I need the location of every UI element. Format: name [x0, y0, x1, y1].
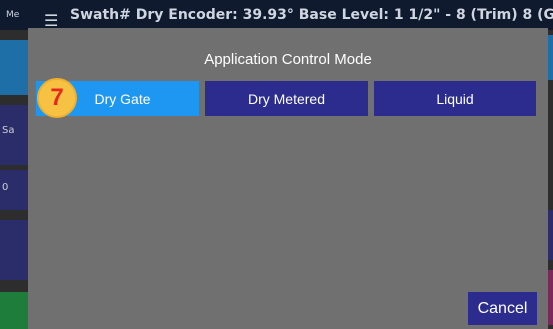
dry-metered-button[interactable]: Dry Metered: [205, 81, 368, 116]
step-number: 7: [50, 84, 64, 111]
top-status-bar: Me ☰ Swath# Dry Encoder: 39.93° Base Lev…: [0, 0, 553, 30]
header-small-label: Me: [6, 10, 20, 20]
left-panel-block: [0, 40, 28, 95]
left-panel-block: Sa: [0, 105, 28, 165]
step-number-badge: 7: [37, 78, 77, 118]
cancel-button[interactable]: Cancel: [468, 292, 537, 325]
left-panel-label: 0: [2, 182, 9, 193]
status-header-text: Swath# Dry Encoder: 39.93° Base Level: 1…: [70, 7, 553, 23]
left-panel-label: Sa: [2, 125, 15, 136]
left-panel-block: 0: [0, 170, 28, 210]
left-panel: Sa 0: [0, 30, 28, 329]
hamburger-menu-icon[interactable]: ☰: [44, 6, 58, 30]
liquid-button[interactable]: Liquid: [374, 81, 536, 116]
left-panel-block: [0, 292, 28, 329]
dialog-title: Application Control Mode: [204, 51, 372, 68]
dry-metered-label: Dry Metered: [247, 90, 326, 107]
dry-gate-label: Dry Gate: [94, 90, 151, 107]
liquid-label: Liquid: [436, 90, 474, 107]
application-control-mode-dialog: Application Control Mode Dry Gate Dry Me…: [28, 28, 548, 329]
cancel-label: Cancel: [477, 299, 528, 317]
left-panel-block: [0, 220, 28, 280]
